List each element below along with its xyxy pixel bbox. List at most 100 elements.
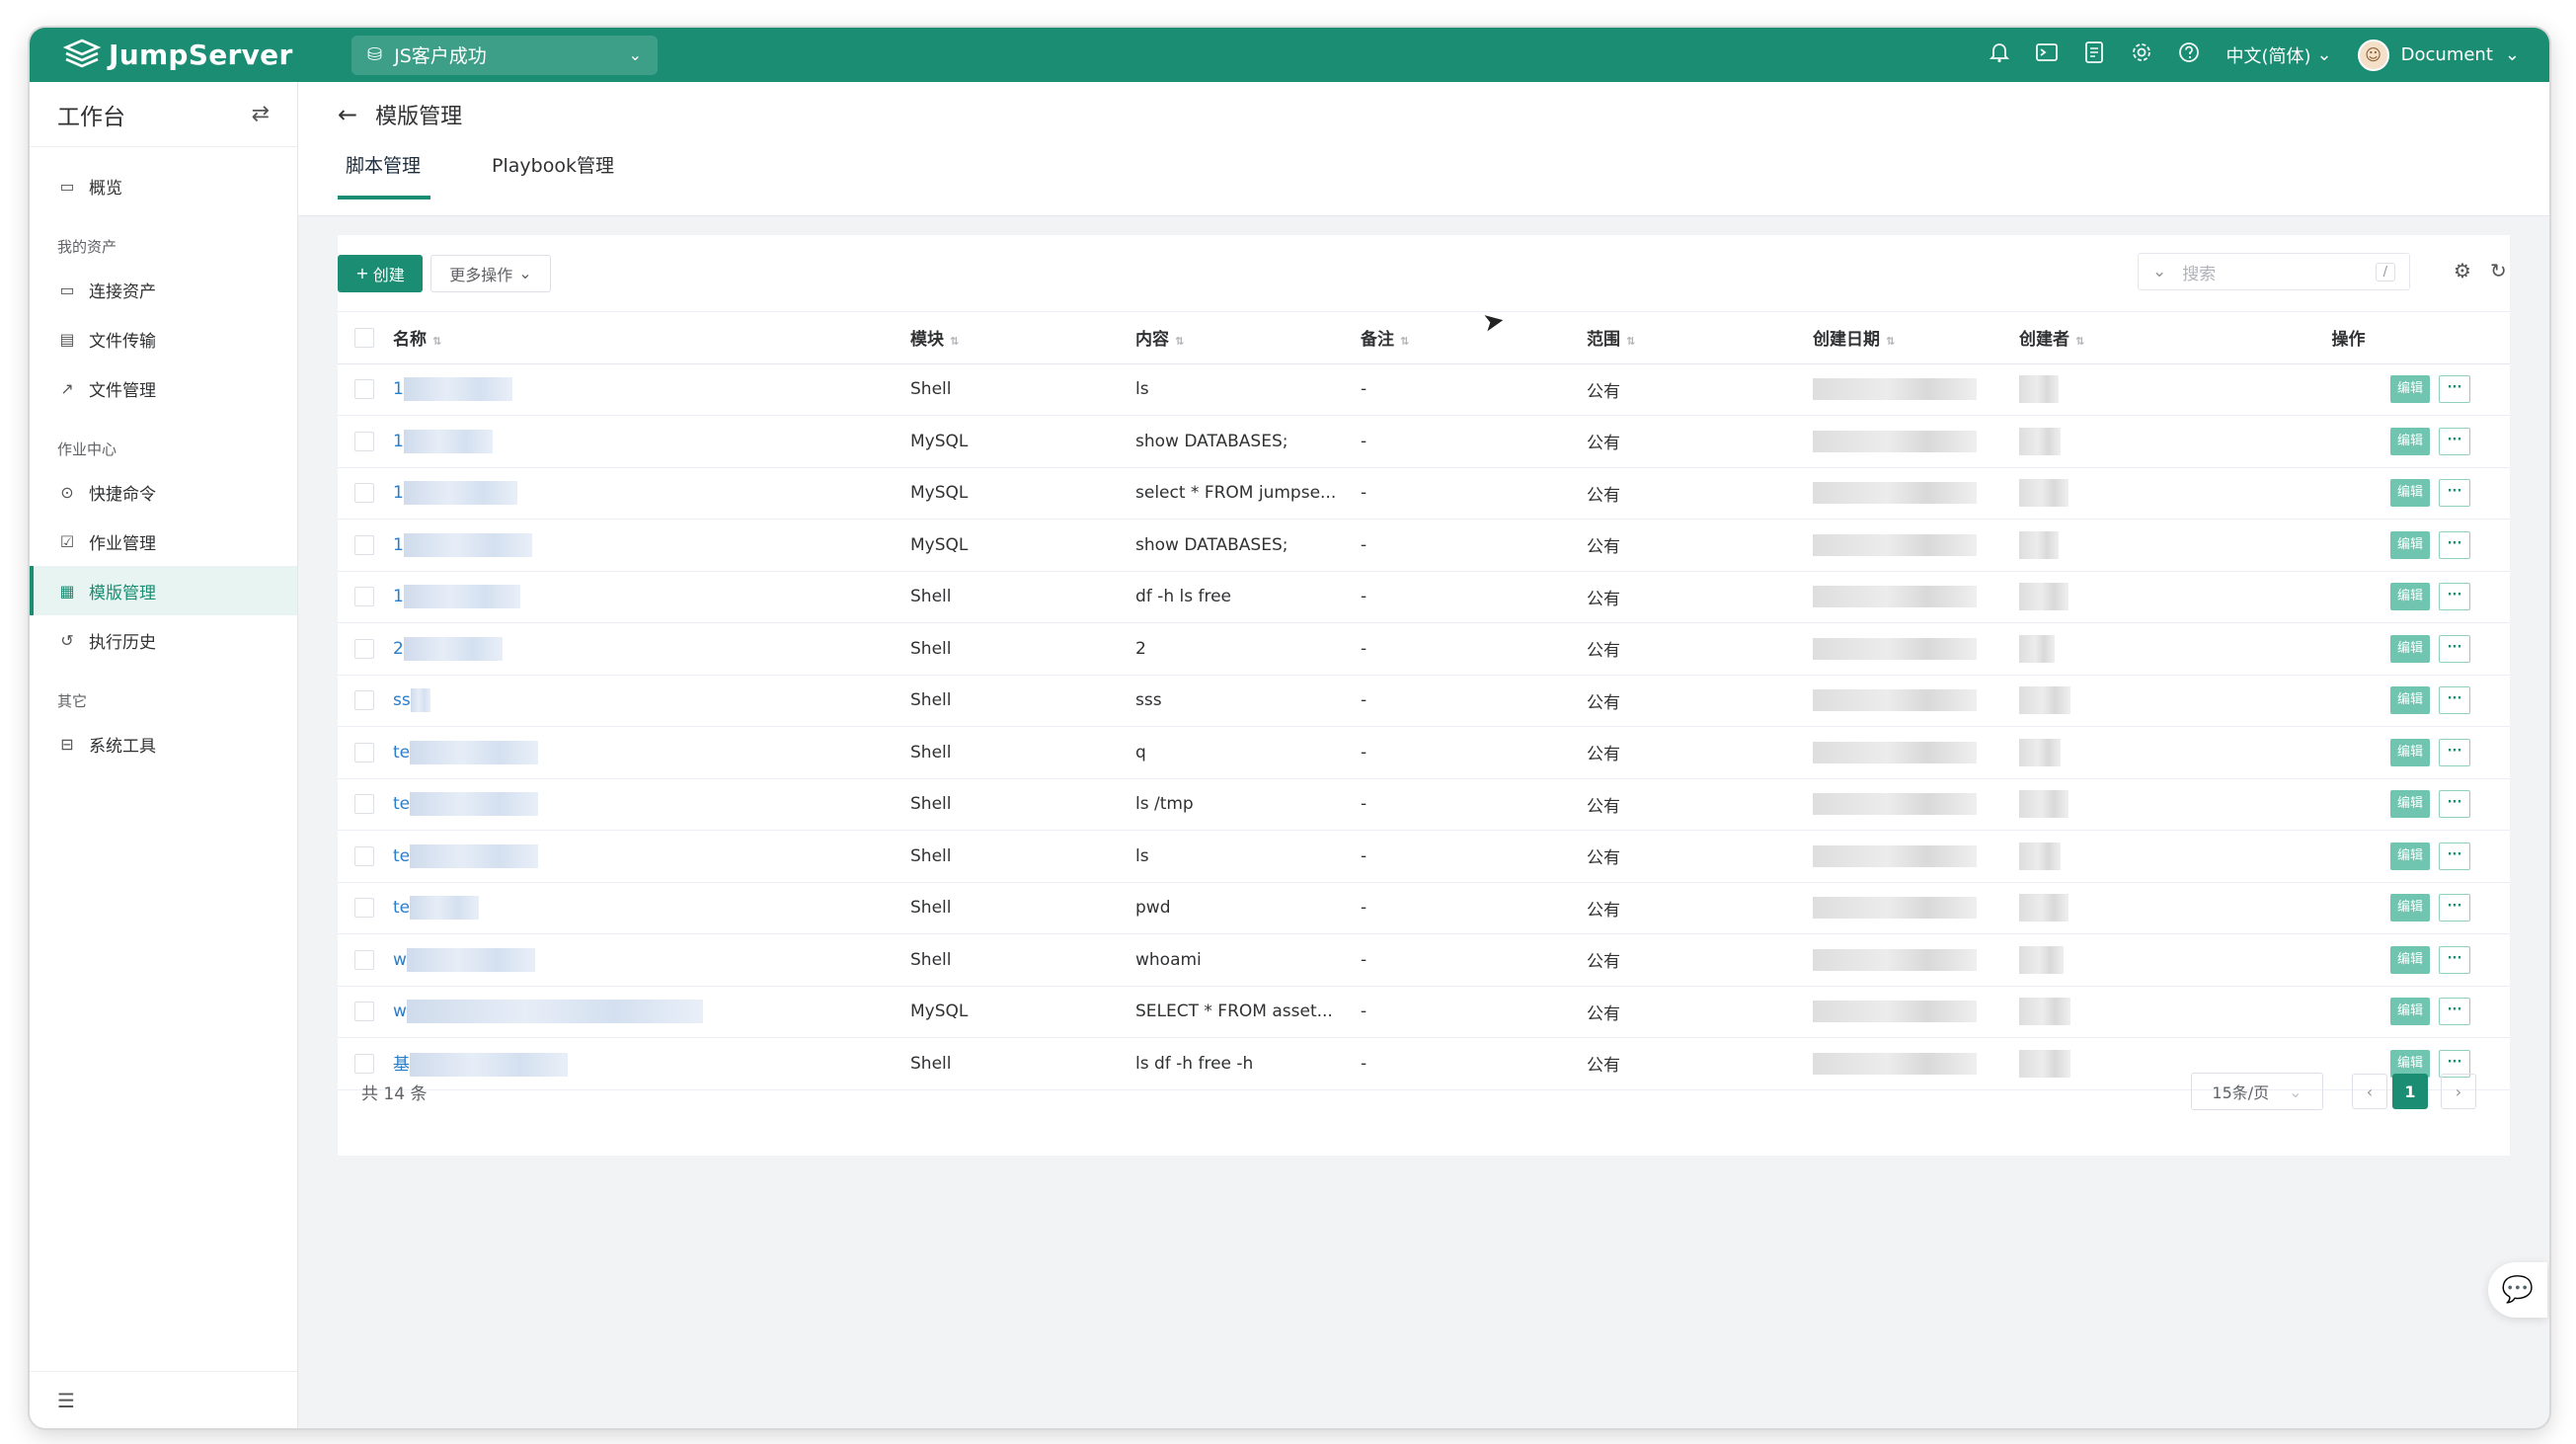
row-checkbox[interactable] [354, 690, 374, 711]
sidebar-item-quick-command[interactable]: ⊙ 快捷命令 [30, 467, 297, 517]
next-page-button[interactable]: › [2441, 1074, 2476, 1109]
name-cell[interactable]: te [393, 778, 910, 831]
collapse-menu-icon[interactable]: ☰ [57, 1389, 75, 1412]
more-options-button[interactable]: ··· [2439, 479, 2470, 508]
column-header-module[interactable]: 模块 ⇅ [910, 311, 1135, 364]
column-header-comment[interactable]: 备注 ⇅ [1361, 311, 1587, 364]
sidebar-item-job-manager[interactable]: ☑ 作业管理 [30, 517, 297, 566]
terminal-icon[interactable] [2023, 42, 2070, 67]
name-cell[interactable]: 2 [393, 622, 910, 676]
more-options-button[interactable]: ··· [2439, 530, 2470, 559]
select-all-checkbox[interactable] [354, 327, 374, 348]
template-name-link[interactable]: 1 [393, 587, 404, 606]
tab-playbook-manager[interactable]: Playbook管理 [484, 147, 624, 196]
edit-button[interactable]: 编辑 [2390, 634, 2430, 663]
more-actions-button[interactable]: 更多操作 ⌄ [430, 254, 551, 292]
page-number-button[interactable]: 1 [2392, 1074, 2428, 1109]
settings-icon[interactable] [2118, 41, 2165, 68]
more-options-button[interactable]: ··· [2439, 998, 2470, 1026]
edit-button[interactable]: 编辑 [2390, 375, 2430, 404]
search-input[interactable]: ⌄ 搜索 / [2138, 253, 2410, 290]
row-checkbox[interactable] [354, 534, 374, 555]
more-options-button[interactable]: ··· [2439, 894, 2470, 923]
row-checkbox[interactable] [354, 483, 374, 504]
edit-button[interactable]: 编辑 [2390, 945, 2430, 974]
more-options-button[interactable]: ··· [2439, 583, 2470, 611]
edit-button[interactable]: 编辑 [2390, 738, 2430, 766]
template-name-link[interactable]: te [393, 898, 410, 918]
document-icon[interactable] [2070, 41, 2118, 68]
page-size-select[interactable]: 15条/页 ⌄ [2191, 1073, 2323, 1110]
row-checkbox[interactable] [354, 898, 374, 919]
row-checkbox[interactable] [354, 587, 374, 607]
more-options-button[interactable]: ··· [2439, 375, 2470, 404]
name-cell[interactable]: 1 [393, 363, 910, 416]
edit-button[interactable]: 编辑 [2390, 842, 2430, 870]
more-options-button[interactable]: ··· [2439, 945, 2470, 974]
template-name-link[interactable]: te [393, 846, 410, 866]
help-icon[interactable] [2165, 41, 2213, 68]
sidebar-item-file-manager[interactable]: ↗ 文件管理 [30, 363, 297, 413]
user-menu[interactable]: ☺ Document ⌄ [2357, 39, 2520, 71]
sidebar-item-connect-assets[interactable]: ▭ 连接资产 [30, 265, 297, 314]
row-checkbox[interactable] [354, 1002, 374, 1022]
template-name-link[interactable]: 1 [393, 535, 404, 555]
prev-page-button[interactable]: ‹ [2352, 1074, 2387, 1109]
name-cell[interactable]: w [393, 933, 910, 987]
sidebar-item-system-tools[interactable]: ⊟ 系统工具 [30, 719, 297, 768]
row-checkbox[interactable] [354, 742, 374, 762]
name-cell[interactable]: 1 [393, 415, 910, 468]
name-cell[interactable]: ss [393, 675, 910, 727]
name-cell[interactable]: 1 [393, 519, 910, 572]
template-name-link[interactable]: w [393, 950, 407, 970]
name-cell[interactable]: te [393, 726, 910, 779]
template-name-link[interactable]: ss [393, 690, 411, 710]
template-name-link[interactable]: 2 [393, 639, 404, 659]
org-selector[interactable]: ⛁ JS客户成功 ⌄ [351, 35, 658, 75]
template-name-link[interactable]: 1 [393, 483, 404, 503]
sidebar-item-file-transfer[interactable]: ▤ 文件传输 [30, 314, 297, 363]
sidebar-item-template-manager[interactable]: ▦ 模版管理 [30, 566, 297, 615]
edit-button[interactable]: 编辑 [2390, 894, 2430, 923]
back-arrow-icon[interactable]: ← [338, 101, 357, 128]
name-cell[interactable]: te [393, 882, 910, 934]
template-name-link[interactable]: 1 [393, 432, 404, 451]
create-button[interactable]: + 创建 [338, 254, 423, 292]
more-options-button[interactable]: ··· [2439, 686, 2470, 715]
chat-assistant-button[interactable]: 💬 [2488, 1262, 2547, 1318]
row-checkbox[interactable] [354, 794, 374, 815]
logo[interactable]: JumpServer [63, 39, 330, 72]
more-options-button[interactable]: ··· [2439, 842, 2470, 870]
row-checkbox[interactable] [354, 431, 374, 451]
more-options-button[interactable]: ··· [2439, 634, 2470, 663]
edit-button[interactable]: 编辑 [2390, 998, 2430, 1026]
settings-icon[interactable]: ⚙ [2454, 259, 2471, 282]
template-name-link[interactable]: 1 [393, 379, 404, 399]
edit-button[interactable]: 编辑 [2390, 686, 2430, 715]
name-cell[interactable]: 1 [393, 571, 910, 623]
column-header-creator[interactable]: 创建者 ⇅ [2019, 311, 2187, 364]
edit-button[interactable]: 编辑 [2390, 790, 2430, 819]
row-checkbox[interactable] [354, 845, 374, 866]
row-checkbox[interactable] [354, 379, 374, 400]
row-checkbox[interactable] [354, 949, 374, 970]
edit-button[interactable]: 编辑 [2390, 530, 2430, 559]
sidebar-item-execution-history[interactable]: ↺ 执行历史 [30, 615, 297, 665]
name-cell[interactable]: te [393, 830, 910, 883]
more-options-button[interactable]: ··· [2439, 790, 2470, 819]
switch-view-icon[interactable]: ⇄ [252, 102, 270, 126]
name-cell[interactable]: 1 [393, 467, 910, 520]
template-name-link[interactable]: te [393, 743, 410, 762]
language-selector[interactable]: 中文(简体) ⌄ [2226, 42, 2332, 68]
more-options-button[interactable]: ··· [2439, 738, 2470, 766]
column-header-created[interactable]: 创建日期 ⇅ [1813, 311, 2019, 364]
name-cell[interactable]: w [393, 986, 910, 1038]
template-name-link[interactable]: w [393, 1002, 407, 1021]
refresh-icon[interactable]: ↻ [2490, 259, 2507, 282]
column-header-name[interactable]: 名称 ⇅ [393, 311, 910, 364]
row-checkbox[interactable] [354, 638, 374, 659]
column-header-scope[interactable]: 范围 ⇅ [1587, 311, 1813, 364]
edit-button[interactable]: 编辑 [2390, 479, 2430, 508]
sidebar-item-overview[interactable]: ▭ 概览 [30, 161, 297, 210]
bell-icon[interactable] [1976, 41, 2023, 68]
